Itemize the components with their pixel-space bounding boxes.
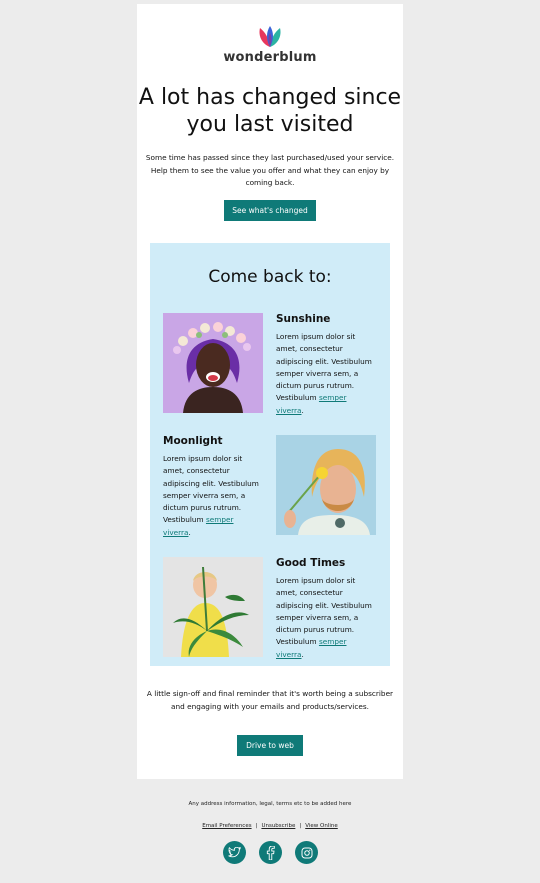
item-body-moonlight: Lorem ipsum dolor sit amet, consectetur … (163, 453, 263, 539)
social-links (223, 841, 319, 865)
separator: | (255, 823, 258, 829)
drive-to-web-button[interactable]: Drive to web (237, 735, 303, 756)
view-online-link[interactable]: View Online (305, 823, 338, 829)
unsubscribe-link[interactable]: Unsubscribe (261, 823, 295, 829)
email-preferences-link[interactable]: Email Preferences (202, 823, 251, 829)
page-title: A lot has changed since you last visited (138, 85, 402, 137)
item-body-end: . (301, 405, 304, 415)
intro-text: Some time has passed since they last pur… (145, 153, 395, 187)
twitter-icon[interactable] (223, 841, 246, 864)
item-body-good-times: Lorem ipsum dolor sit amet, consectetur … (276, 575, 376, 661)
item-body-text: Lorem ipsum dolor sit amet, consectetur … (276, 576, 372, 647)
item-title-sunshine: Sunshine (276, 313, 331, 325)
item-body-end: . (188, 527, 191, 537)
item-body-sunshine: Lorem ipsum dolor sit amet, consectetur … (276, 331, 376, 417)
come-back-panel: Come back to: Sunshine Lorem ipsum dolor… (150, 243, 390, 666)
brand-logo[interactable]: wonderblum (137, 26, 403, 65)
flower-logo-icon (259, 26, 281, 47)
facebook-icon[interactable] (259, 841, 282, 864)
email-card: wonderblum A lot has changed since you l… (137, 4, 403, 779)
signoff-text: A little sign-off and final reminder tha… (146, 689, 394, 711)
item-body-text: Lorem ipsum dolor sit amet, consectetur … (276, 332, 372, 403)
item-body-text: Lorem ipsum dolor sit amet, consectetur … (163, 454, 259, 525)
footer-address: Any address information, legal, terms et… (188, 801, 352, 807)
footer-links: Email Preferences | Unsubscribe | View Onlin… (0, 823, 540, 829)
moonlight-photo[interactable] (276, 435, 376, 535)
see-whats-changed-button[interactable]: See what's changed (224, 200, 316, 221)
item-title-moonlight: Moonlight (163, 435, 223, 447)
separator: | (299, 823, 302, 829)
sunshine-photo[interactable] (163, 313, 263, 413)
panel-title: Come back to: (208, 267, 332, 287)
brand-name: wonderblum (223, 50, 317, 65)
instagram-icon[interactable] (295, 841, 318, 864)
good-times-photo[interactable] (163, 557, 263, 657)
item-body-end: . (301, 649, 304, 659)
item-title-good-times: Good Times (276, 557, 346, 569)
